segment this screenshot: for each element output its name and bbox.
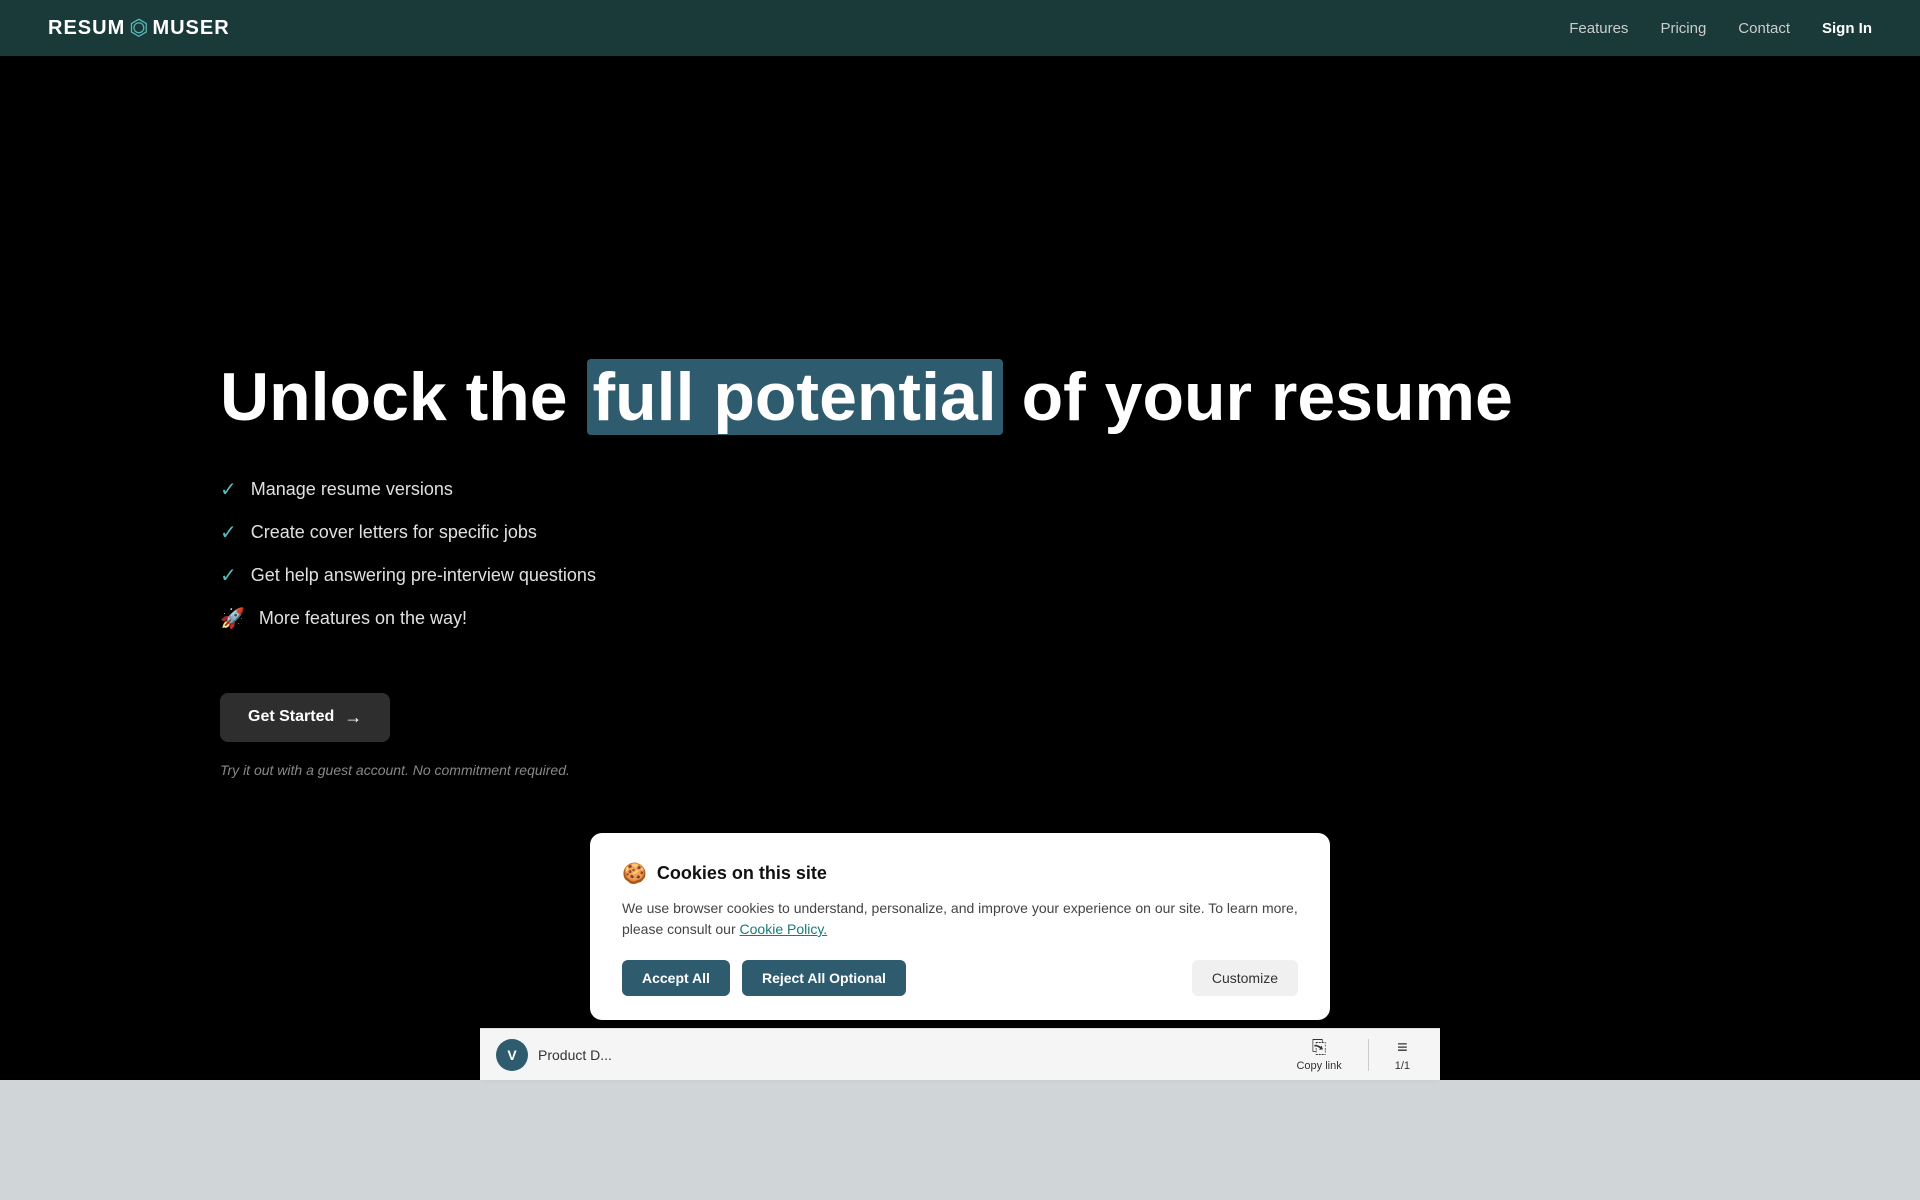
copy-link-button[interactable]: ⎘ Copy link [1282, 1031, 1355, 1078]
pagination-icon: ≡ [1397, 1037, 1408, 1058]
feature-text-2: Create cover letters for specific jobs [251, 522, 537, 543]
toolbar-brand: V Product D... [496, 1039, 1282, 1071]
product-text: Product D... [538, 1047, 612, 1063]
rocket-icon: 🚀 [220, 606, 245, 631]
nav-contact[interactable]: Contact [1738, 20, 1790, 37]
feature-text-4: More features on the way! [259, 608, 467, 629]
nav-links: Features Pricing Contact Sign In [1569, 20, 1872, 37]
brand-icon: V [496, 1039, 528, 1071]
customize-button[interactable]: Customize [1192, 960, 1298, 996]
hero-title-end: of your resume [1003, 359, 1513, 435]
reject-all-button[interactable]: Reject All Optional [742, 960, 906, 996]
get-started-button[interactable]: Get Started → [220, 693, 390, 742]
pagination-text: 1/1 [1395, 1060, 1410, 1072]
cookie-banner: 🍪 Cookies on this site We use browser co… [590, 833, 1330, 1020]
cookie-title: Cookies on this site [657, 863, 827, 884]
feature-text-1: Manage resume versions [251, 479, 453, 500]
logo: RESUM ⏣ MUSER [48, 15, 230, 41]
feature-item-3: ✓ Get help answering pre-interview quest… [220, 563, 1700, 588]
cookie-header: 🍪 Cookies on this site [622, 861, 1298, 886]
check-icon-3: ✓ [220, 563, 237, 588]
toolbar-divider [1368, 1039, 1369, 1071]
logo-icon: ⏣ [129, 15, 148, 41]
cookie-body: We use browser cookies to understand, pe… [622, 898, 1298, 940]
bottom-toolbar: V Product D... ⎘ Copy link ≡ 1/1 [480, 1028, 1440, 1080]
copy-link-icon: ⎘ [1312, 1037, 1326, 1058]
logo-text-left: RESUM [48, 17, 125, 40]
features-list: ✓ Manage resume versions ✓ Create cover … [220, 477, 1700, 649]
arrow-icon: → [344, 707, 362, 728]
navbar: RESUM ⏣ MUSER Features Pricing Contact S… [0, 0, 1920, 56]
feature-item-4: 🚀 More features on the way! [220, 606, 1700, 631]
nav-pricing[interactable]: Pricing [1660, 20, 1706, 37]
hero-title-start: Unlock the [220, 359, 587, 435]
hero-title: Unlock the full potential of your resume [220, 358, 1700, 436]
copy-link-label: Copy link [1296, 1060, 1341, 1072]
cookie-actions: Accept All Reject All Optional Customize [622, 960, 1298, 996]
cta-subtext: Try it out with a guest account. No comm… [220, 762, 1700, 778]
nav-signin[interactable]: Sign In [1822, 20, 1872, 37]
feature-text-3: Get help answering pre-interview questio… [251, 565, 596, 586]
toolbar-actions: ⎘ Copy link ≡ 1/1 [1282, 1031, 1424, 1078]
logo-text-right: MUSER [152, 17, 229, 40]
cookie-policy-link[interactable]: Cookie Policy. [740, 921, 828, 937]
check-icon-1: ✓ [220, 477, 237, 502]
hero-title-highlight: full potential [587, 359, 1003, 435]
cookie-body-text: We use browser cookies to understand, pe… [622, 900, 1298, 937]
footer-area [0, 1080, 1920, 1200]
accept-all-button[interactable]: Accept All [622, 960, 730, 996]
cookie-icon: 🍪 [622, 861, 647, 886]
feature-item-2: ✓ Create cover letters for specific jobs [220, 520, 1700, 545]
check-icon-2: ✓ [220, 520, 237, 545]
feature-item-1: ✓ Manage resume versions [220, 477, 1700, 502]
nav-features[interactable]: Features [1569, 20, 1628, 37]
cta-label: Get Started [248, 708, 334, 726]
pagination-button[interactable]: ≡ 1/1 [1381, 1031, 1424, 1078]
